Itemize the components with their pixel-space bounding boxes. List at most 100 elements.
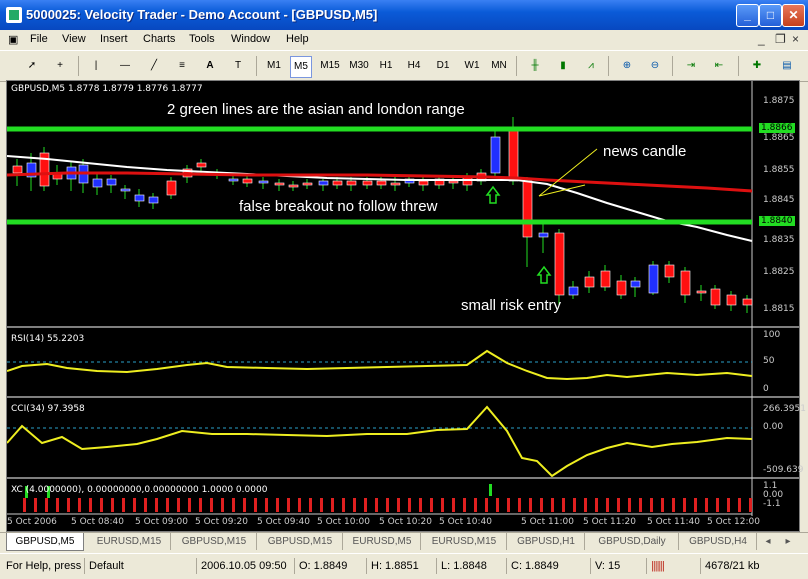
time-label: 5 Oct 10:40: [439, 517, 492, 527]
zoom-in-icon[interactable]: ⊕: [618, 56, 636, 76]
candle-body: [522, 180, 533, 238]
xc-bar: [507, 498, 510, 512]
doc-icon: ▣: [8, 34, 19, 46]
green-price-label-low: 1.8840: [759, 216, 795, 226]
price-label: 1.8815: [763, 304, 795, 314]
xc-bar: [331, 498, 334, 512]
tab-gbpusd-h4[interactable]: GBPUSD,H4: [680, 533, 757, 550]
menu-help[interactable]: Help: [286, 33, 309, 45]
xc-bar: [584, 498, 587, 512]
mdi-restore-button[interactable]: ❐: [775, 32, 786, 46]
candle-body: [726, 294, 737, 306]
chart-header: GBPUSD,M5 1.8778 1.8779 1.8776 1.8777: [11, 84, 203, 94]
cci-level-label: 266.3951: [763, 404, 806, 414]
xc-bar: [419, 498, 422, 512]
period-m5[interactable]: M5: [290, 56, 312, 78]
candle-body: [696, 290, 707, 294]
xc-bar: [551, 498, 554, 512]
tab-gbpusd-daily[interactable]: GBPUSD,Daily: [586, 533, 679, 550]
tab-gbpusd-h1[interactable]: GBPUSD,H1: [508, 533, 585, 550]
close-button[interactable]: ✕: [782, 4, 805, 27]
candle-body: [742, 298, 753, 306]
price-label: 1.8835: [763, 235, 795, 245]
period-mn[interactable]: MN: [489, 56, 509, 76]
tab-gbpusd-m5[interactable]: GBPUSD,M5: [6, 533, 84, 551]
maximize-button[interactable]: □: [759, 4, 782, 27]
minimize-button[interactable]: _: [736, 4, 759, 27]
xc-bar: [199, 498, 202, 512]
menu-bar: ▣ File View Insert Charts Tools Window H…: [0, 30, 808, 49]
xc-bar: [485, 498, 488, 512]
vertical-line-icon[interactable]: |: [90, 56, 102, 76]
menu-tools[interactable]: Tools: [189, 33, 215, 45]
xc-bar: [705, 498, 708, 512]
xc-bar: [298, 498, 301, 512]
crosshair-icon[interactable]: +: [52, 56, 68, 76]
menu-insert[interactable]: Insert: [100, 33, 128, 45]
menu-file[interactable]: File: [30, 33, 48, 45]
tab-eurusd-m15-2[interactable]: EURUSD,M15: [422, 533, 507, 550]
xc-bar: [67, 498, 70, 512]
tab-scroll-left-icon[interactable]: ◂: [760, 533, 776, 550]
status-help: For Help, press: [6, 560, 82, 572]
mdi-close-button[interactable]: ×: [792, 32, 799, 46]
bar-chart-icon[interactable]: ╫: [526, 56, 544, 76]
cci-label: CCI(34) 97.3958: [11, 404, 85, 414]
label-tool-icon[interactable]: T: [230, 56, 246, 76]
rsi-label: RSI(14) 55.2203: [11, 334, 85, 344]
xc-bar: [397, 498, 400, 512]
indicators-icon[interactable]: ✚: [748, 56, 766, 76]
menu-charts[interactable]: Charts: [143, 33, 175, 45]
status-bar: For Help, press Default 2006.10.05 09:50…: [0, 553, 808, 579]
period-m15[interactable]: M15: [318, 56, 342, 76]
tab-gbpusd-m15[interactable]: GBPUSD,M15: [172, 533, 257, 550]
menu-window[interactable]: Window: [231, 33, 270, 45]
xc-bar: [463, 498, 466, 512]
tab-gbpusd-m15-2[interactable]: GBPUSD,M15: [258, 533, 343, 550]
chart-window[interactable]: 1.8875 1.8865 1.8855 1.8845 1.8835 1.882…: [6, 80, 806, 532]
xc-bar: [309, 498, 312, 512]
candle-body: [302, 182, 313, 186]
xc-bar: [683, 498, 686, 512]
price-label: 1.8845: [763, 195, 795, 205]
candle-body: [648, 264, 659, 294]
zoom-out-icon[interactable]: ⊖: [646, 56, 664, 76]
templates-icon[interactable]: ▤: [778, 56, 796, 76]
tab-eurusd-m5[interactable]: EURUSD,M5: [344, 533, 421, 550]
candle-body: [418, 180, 429, 186]
text-tool-icon[interactable]: A: [204, 56, 216, 76]
trendline-icon[interactable]: ╱: [146, 56, 162, 76]
annotation-range: 2 green lines are the asian and london r…: [167, 101, 465, 118]
chart-shift-icon[interactable]: ⇤: [710, 56, 728, 76]
autoscroll-icon[interactable]: ⇥: [682, 56, 700, 76]
candle-body: [710, 288, 721, 306]
mdi-minimize-button[interactable]: _: [758, 32, 765, 46]
xc-bar: [265, 498, 268, 512]
xc-bar: [188, 498, 191, 512]
annotation-false-breakout: false breakout no follow threw: [239, 198, 438, 215]
menu-view[interactable]: View: [62, 33, 86, 45]
xc-bar: [177, 498, 180, 512]
entry-arrow-icon: [485, 185, 501, 204]
horizontal-line-icon[interactable]: —: [118, 56, 132, 76]
channel-icon[interactable]: ≡: [174, 56, 190, 76]
period-w1[interactable]: W1: [462, 56, 482, 76]
rsi-level-label: 100: [763, 330, 781, 340]
period-h1[interactable]: H1: [377, 56, 395, 76]
tab-scroll-right-icon[interactable]: ▸: [780, 533, 796, 550]
annotation-news: news candle: [603, 143, 687, 160]
period-d1[interactable]: D1: [434, 56, 452, 76]
period-h4[interactable]: H4: [405, 56, 423, 76]
candle-body: [148, 196, 159, 204]
xc-bar: [441, 498, 444, 512]
period-m30[interactable]: M30: [347, 56, 371, 76]
candlestick-icon[interactable]: ▮: [554, 56, 572, 76]
cursor-icon[interactable]: ➚: [24, 56, 40, 76]
xc-bar: [595, 498, 598, 512]
xc-bar: [628, 498, 631, 512]
period-m1[interactable]: M1: [265, 56, 283, 76]
xc-bar: [562, 498, 565, 512]
line-chart-icon[interactable]: ⩘: [582, 56, 600, 76]
connection-bars-icon: |||||||: [646, 558, 691, 574]
tab-eurusd-m15[interactable]: EURUSD,M15: [88, 533, 171, 550]
